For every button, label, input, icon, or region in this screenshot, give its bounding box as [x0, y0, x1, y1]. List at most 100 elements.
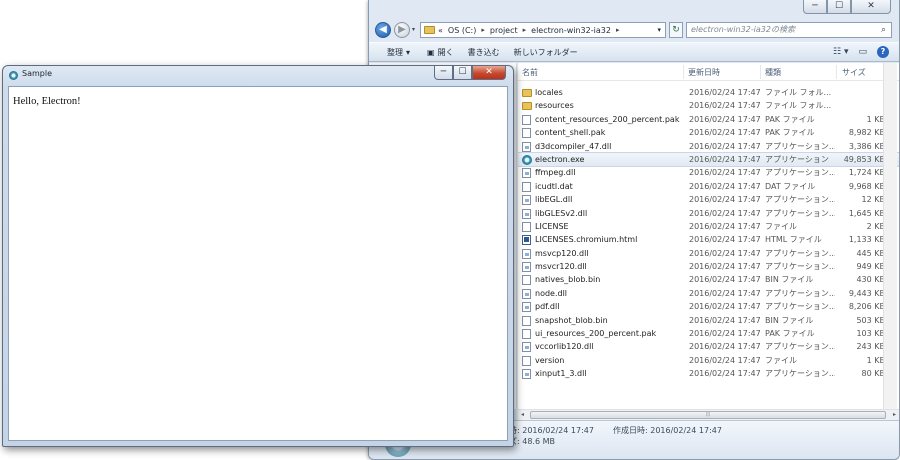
file-row[interactable]: natives_blob.bin 2016/02/24 17:47 BIN ファイル…: [518, 273, 899, 286]
file-name: node.dll: [535, 288, 568, 298]
dll-file-icon: [522, 168, 531, 179]
open-button[interactable]: ▣ 開く: [427, 47, 454, 58]
hello-text: Hello, Electron!: [13, 96, 81, 107]
file-date: 2016/02/24 17:47: [689, 88, 761, 97]
column-header-type[interactable]: 種類: [765, 67, 781, 78]
dll-file-icon: [522, 248, 531, 259]
file-name: LICENSE: [535, 221, 569, 231]
address-segment-drive[interactable]: OS (C:): [448, 26, 476, 35]
address-separator[interactable]: ▸: [616, 26, 620, 34]
dll-file-icon: [522, 262, 531, 273]
scrollbar-thumb[interactable]: ⦙⦙⦙: [530, 411, 886, 419]
dll-file-icon: [522, 369, 531, 380]
explorer-caption-buttons: ─ ☐ ✕: [803, 0, 891, 14]
file-row[interactable]: node.dll 2016/02/24 17:47 アプリケーション... 9,443…: [518, 287, 899, 300]
column-divider[interactable]: [683, 65, 684, 79]
file-size: 1,133 KB: [848, 235, 885, 245]
preview-pane-button[interactable]: ▭: [858, 47, 867, 57]
file-row[interactable]: locales 2016/02/24 17:47 ファイル フォル...: [518, 86, 899, 99]
sort-ascending-icon: ^: [597, 63, 603, 68]
file-type: アプリケーション...: [765, 141, 835, 151]
file-row[interactable]: version 2016/02/24 17:47 ファイル 1 KB: [518, 354, 899, 367]
burn-button[interactable]: 書き込む: [468, 47, 500, 58]
column-divider[interactable]: [760, 65, 761, 79]
file-type: DAT ファイル: [765, 181, 816, 191]
file-name: version: [535, 355, 565, 365]
details-created: 作成日時: 2016/02/24 17:47: [613, 426, 722, 435]
details-modified: 時: 2016/02/24 17:47: [509, 426, 594, 435]
magnifier-icon[interactable]: ⌕: [881, 23, 886, 37]
column-header-name[interactable]: 名前: [522, 67, 538, 78]
address-separator[interactable]: ▸: [523, 26, 527, 34]
file-name: content_resources_200_percent.pak: [535, 114, 680, 124]
file-date: 2016/02/24 17:47: [689, 342, 761, 352]
sample-close-button[interactable]: ✕: [472, 66, 506, 80]
horizontal-scrollbar[interactable]: ◂ ⦙⦙⦙ ▸: [518, 409, 899, 420]
address-segment-current[interactable]: electron-win32-ia32: [531, 26, 611, 35]
file-row[interactable]: ui_resources_200_percent.pak 2016/02/24 1…: [518, 327, 899, 340]
file-name: vccorlib120.dll: [535, 342, 594, 352]
view-options-button[interactable]: ☷ ▾: [833, 47, 848, 57]
new-folder-button[interactable]: 新しいフォルダー: [514, 47, 578, 58]
file-icon: [522, 221, 531, 232]
file-row[interactable]: icudtl.dat 2016/02/24 17:47 DAT ファイル 9,968 …: [518, 180, 899, 193]
file-row[interactable]: electron.exe 2016/02/24 17:47 アプリケーション 49,8…: [518, 151, 899, 168]
file-row[interactable]: msvcr120.dll 2016/02/24 17:47 アプリケーション... 9…: [518, 260, 899, 273]
vertical-scrollbar[interactable]: [883, 63, 897, 409]
address-separator[interactable]: ▸: [481, 26, 485, 34]
column-header-date[interactable]: 更新日時: [688, 67, 720, 78]
address-overflow[interactable]: «: [438, 26, 443, 35]
file-size: 430 KB: [856, 275, 885, 285]
file-row[interactable]: libGLESv2.dll 2016/02/24 17:47 アプリケーション...…: [518, 207, 899, 220]
file-row[interactable]: msvcp120.dll 2016/02/24 17:47 アプリケーション... 4…: [518, 247, 899, 260]
file-row[interactable]: vccorlib120.dll 2016/02/24 17:47 アプリケーション.…: [518, 340, 899, 353]
address-bar[interactable]: « OS (C:) ▸ project ▸ electron-win32-ia3…: [420, 22, 666, 38]
file-name: xinput1_3.dll: [535, 369, 587, 379]
explorer-minimize-button[interactable]: ─: [803, 0, 827, 14]
file-date: 2016/02/24 17:47: [689, 221, 761, 231]
open-label: 開く: [437, 47, 454, 57]
address-segment-project[interactable]: project: [490, 26, 518, 35]
column-header-size[interactable]: サイズ: [842, 67, 866, 78]
forward-button[interactable]: ▶: [394, 22, 410, 38]
dll-file-icon: [522, 208, 531, 219]
column-divider[interactable]: [836, 65, 837, 79]
explorer-close-button[interactable]: ✕: [851, 0, 891, 14]
help-icon[interactable]: ?: [877, 46, 889, 58]
open-icon: ▣: [427, 47, 435, 57]
search-input[interactable]: electron-win32-ia32の検索 ⌕: [686, 22, 892, 38]
file-row[interactable]: LICENSE 2016/02/24 17:47 ファイル 2 KB: [518, 220, 899, 233]
recent-pages-dropdown[interactable]: ▾: [412, 26, 415, 33]
file-type: アプリケーション...: [765, 168, 835, 178]
file-type: アプリケーション...: [765, 369, 835, 379]
file-row[interactable]: snapshot_blob.bin 2016/02/24 17:47 BIN ファイ…: [518, 314, 899, 327]
file-list[interactable]: ^ 名前 更新日時 種類 サイズ locales 2016/02/24 17:47…: [518, 63, 899, 409]
sample-minimize-button[interactable]: ─: [434, 66, 453, 80]
file-row[interactable]: pdf.dll 2016/02/24 17:47 アプリケーション... 8,206 …: [518, 300, 899, 313]
file-type: アプリケーション...: [765, 288, 835, 298]
file-row[interactable]: resources 2016/02/24 17:47 ファイル フォル...: [518, 99, 899, 112]
file-row[interactable]: LICENSES.chromium.html 2016/02/24 17:47 HT…: [518, 233, 899, 246]
refresh-button[interactable]: ↻: [669, 22, 683, 38]
explorer-maximize-button[interactable]: ☐: [827, 0, 851, 14]
back-button[interactable]: ◀: [375, 22, 391, 38]
sample-maximize-button[interactable]: ☐: [453, 66, 472, 80]
file-type: ファイル フォル...: [765, 101, 832, 111]
scroll-left-icon[interactable]: ◂: [521, 410, 524, 420]
file-row[interactable]: xinput1_3.dll 2016/02/24 17:47 アプリケーション...…: [518, 367, 899, 380]
address-dropdown-icon[interactable]: ▾: [657, 26, 661, 34]
file-name: msvcr120.dll: [535, 262, 587, 272]
folder-icon: [424, 26, 435, 34]
file-row[interactable]: d3dcompiler_47.dll 2016/02/24 17:47 アプリケーシ…: [518, 140, 899, 153]
sample-caption-buttons: ─ ☐ ✕: [434, 66, 506, 80]
file-size: 12 KB: [861, 195, 885, 205]
file-row[interactable]: content_shell.pak 2016/02/24 17:47 PAK ファイ…: [518, 126, 899, 139]
file-size: 949 KB: [856, 262, 885, 272]
sample-client-area[interactable]: Hello, Electron!: [8, 86, 508, 441]
file-row[interactable]: content_resources_200_percent.pak 2016/02…: [518, 113, 899, 126]
file-icon: [522, 181, 531, 192]
file-row[interactable]: libEGL.dll 2016/02/24 17:47 アプリケーション... 12 …: [518, 193, 899, 206]
organize-button[interactable]: 整理 ▾: [387, 47, 413, 58]
file-row[interactable]: ffmpeg.dll 2016/02/24 17:47 アプリケーション... 1,7…: [518, 166, 899, 179]
scroll-right-icon[interactable]: ▸: [893, 410, 896, 420]
